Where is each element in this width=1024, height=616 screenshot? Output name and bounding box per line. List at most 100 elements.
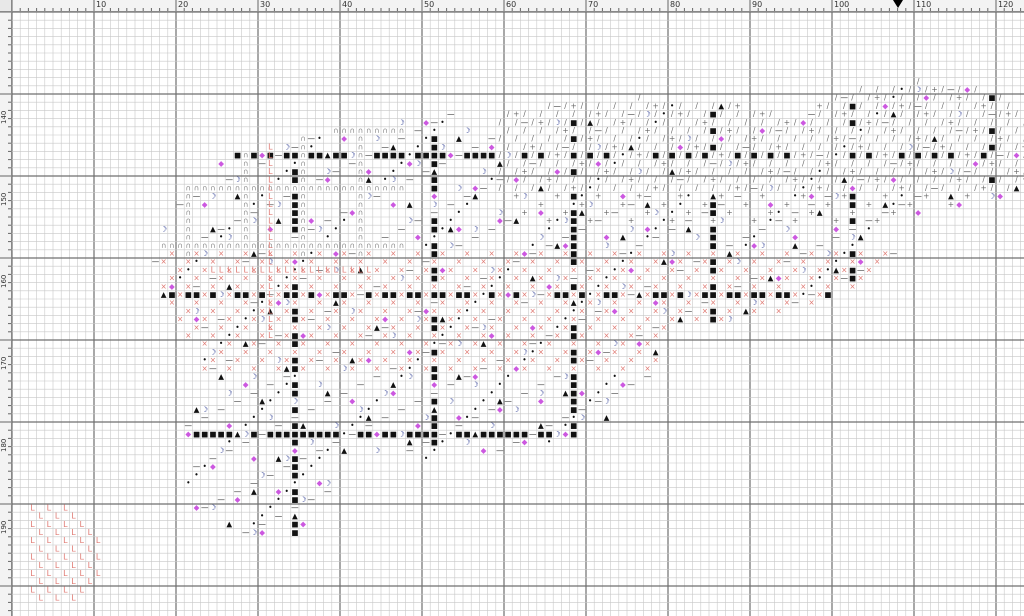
pattern-stitch: × [743, 290, 749, 299]
pattern-stitch: ☽ [734, 257, 741, 266]
pattern-stitch: ☽ [382, 388, 389, 397]
pattern-stitch: ■ [209, 290, 216, 299]
pattern-stitch: × [530, 257, 536, 266]
pattern-stitch: ∩ [218, 183, 224, 192]
pattern-stitch: × [423, 265, 429, 274]
pattern-stitch: ∩ [202, 183, 208, 192]
pattern-stitch: × [595, 265, 601, 274]
pattern-stitch: — [611, 208, 619, 217]
pattern-stitch: — [668, 224, 676, 233]
pattern-stitch: × [218, 323, 224, 332]
pattern-stitch: ☽ [160, 224, 167, 233]
pattern-stitch: L [55, 512, 60, 521]
pattern-stitch: • [555, 216, 559, 225]
pattern-stitch: + [620, 200, 626, 209]
pattern-stitch: • [252, 413, 256, 422]
pattern-stitch: ■ [341, 151, 348, 160]
pattern-stitch: ■ [291, 528, 298, 537]
pattern-stitch: ◆ [415, 233, 421, 242]
pattern-stitch: • [268, 503, 272, 512]
pattern-stitch: ☽ [529, 290, 536, 299]
pattern-stitch: — [209, 364, 217, 373]
pattern-stitch: × [587, 249, 593, 258]
pattern-stitch: × [612, 274, 618, 283]
pattern-stitch: • [612, 372, 616, 381]
pattern-stitch: ▲ [579, 208, 585, 217]
pattern-stitch: ◆ [218, 159, 224, 168]
pattern-stitch: ∩ [276, 183, 282, 192]
pattern-stitch: ◆ [751, 241, 757, 250]
pattern-stitch: × [603, 331, 609, 340]
pattern-stitch: — [472, 323, 480, 332]
pattern-stitch: ☽ [480, 167, 487, 176]
pattern-canvas[interactable]: / / / / • / ☽ / + / — / ◆ / / / — / / + / • / / ◆ / / + / / ■ / / — / + / / / /… [12, 12, 1024, 616]
ruler-label: 110 [916, 0, 932, 9]
pattern-stitch: + [726, 208, 732, 217]
pattern-stitch: ∩ [325, 241, 331, 250]
pattern-stitch: × [300, 290, 306, 299]
pattern-stitch: × [669, 315, 675, 324]
pattern-stitch: — [504, 216, 512, 225]
pattern-stitch: × [341, 323, 347, 332]
pattern-stitch: ∩ [161, 241, 167, 250]
pattern-stitch: L [96, 569, 101, 578]
pattern-stitch: ◆ [448, 151, 454, 160]
pattern-stitch: ☽ [251, 372, 258, 381]
pattern-stitch: ◆ [489, 331, 495, 340]
pattern-stitch: ▲ [1014, 183, 1020, 192]
pattern-stitch: ■ [390, 151, 397, 160]
pattern-stitch: — [504, 397, 512, 406]
pattern-stitch: L [88, 577, 93, 586]
pattern-stitch: ◆ [185, 429, 191, 438]
pattern-stitch: — [545, 241, 553, 250]
pattern-stitch: × [735, 298, 741, 307]
pattern-stitch: — [308, 405, 316, 414]
pattern-stitch: • [186, 265, 190, 274]
cross-stitch-grid[interactable]: /// / • / ☽ / + / — / ◆/// — / / + / • / / ◆ / / + / / ■//— / + / / / /… [12, 12, 1024, 616]
pattern-stitch: × [284, 331, 290, 340]
pattern-stitch: ☽ [210, 192, 217, 201]
pattern-stitch: ☽ [800, 265, 807, 274]
pattern-stitch: ■ [283, 151, 290, 160]
pattern-stitch: ∩ [284, 241, 290, 250]
pattern-stitch: ☽ [464, 126, 471, 135]
pattern-stitch: — [480, 183, 488, 192]
pattern-stitch: × [530, 356, 536, 365]
pattern-stitch: ■ [250, 151, 257, 160]
pattern-stitch: — [406, 175, 414, 184]
pattern-stitch: × [497, 315, 503, 324]
pattern-stitch: • [817, 274, 821, 283]
pattern-stitch: × [628, 331, 634, 340]
pattern-stitch: ☽ [316, 380, 323, 389]
pattern-stitch: × [202, 364, 208, 373]
pattern-stitch: — [349, 249, 357, 258]
pattern-stitch: — [472, 413, 480, 422]
ruler-label: 150 [0, 192, 8, 206]
pattern-stitch: ▲ [554, 241, 560, 250]
pattern-stitch: ☽ [989, 192, 996, 201]
pattern-stitch: — [299, 274, 307, 283]
pattern-stitch: × [595, 315, 601, 324]
pattern-stitch: × [587, 274, 593, 283]
pattern-stitch: ■ [505, 429, 512, 438]
pattern-stitch: × [218, 347, 224, 356]
pattern-stitch: × [349, 290, 355, 299]
pattern-stitch: — [234, 397, 242, 406]
pattern-stitch: × [653, 257, 659, 266]
pattern-stitch: ▲ [604, 413, 610, 422]
pattern-stitch: × [366, 274, 372, 283]
pattern-stitch: • [588, 397, 592, 406]
pattern-stitch: ■ [423, 151, 430, 160]
pattern-stitch: • [178, 274, 182, 283]
pattern-stitch: × [300, 315, 306, 324]
pattern-stitch: ■ [185, 290, 192, 299]
pattern-stitch: ■ [488, 429, 495, 438]
pattern-stitch: × [177, 290, 183, 299]
pattern-stitch: ☽ [513, 405, 520, 414]
pattern-stitch: ☽ [447, 397, 454, 406]
pattern-stitch: L [55, 561, 60, 570]
pattern-stitch: ☽ [415, 159, 422, 168]
pattern-stitch: — [258, 339, 266, 348]
pattern-stitch: × [456, 257, 462, 266]
pattern-stitch: L [79, 520, 84, 529]
